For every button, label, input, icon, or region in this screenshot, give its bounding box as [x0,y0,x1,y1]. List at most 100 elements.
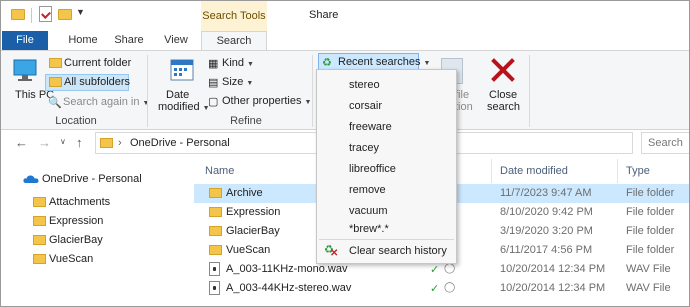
menu-item-recent-search[interactable]: tracey [349,139,379,157]
customize-quick-access-icon[interactable]: ▼ [76,7,85,17]
explorer-window: ▼ Search Tools Share File Home Share Vie… [0,0,690,307]
menu-item-clear-search-history[interactable]: Clear search history [349,242,447,260]
menu-item-recent-search[interactable]: *brew*.* [349,220,389,238]
tab-home[interactable]: Home [63,31,103,50]
search-tools-context-label: Search Tools [201,1,267,31]
shared-person-icon: ◯ [444,263,456,274]
breadcrumb[interactable]: OneDrive - Personal [130,137,230,149]
close-search-button[interactable]: Close search [483,55,523,113]
clear-search-history-icon: ♻ ✕ [324,244,339,259]
column-separator[interactable] [617,159,618,183]
close-search-label-2: search [487,101,521,113]
file-name: A_003-11KHz-mono.wav [226,263,348,275]
folder-icon [33,235,46,245]
folder-icon [33,197,46,207]
window-title: Share [309,9,339,21]
all-subfolders-label: All subfolders [64,76,131,88]
column-header-date-modified[interactable]: Date modified [500,165,568,177]
wav-file-icon [209,262,220,276]
file-type: File folder [626,244,675,256]
refine-group-label: Refine [230,115,262,127]
kind-button[interactable]: Kind ▼ [222,57,254,69]
chevron-down-icon: ▼ [142,100,150,107]
file-name: Expression [226,206,281,218]
menu-item-recent-search[interactable]: remove [349,181,386,199]
search-again-icon: 🔍 [48,97,62,109]
size-button[interactable]: Size ▼ [222,76,253,88]
nav-item-onedrive[interactable]: OneDrive - Personal [42,171,142,187]
folder-icon [33,254,46,264]
recent-locations-icon[interactable]: ∨ [60,137,66,146]
menu-separator [319,239,454,240]
tab-view[interactable]: View [156,31,196,50]
other-properties-label: Other properties [222,95,302,107]
chevron-down-icon: ▼ [423,60,431,67]
other-properties-button[interactable]: Other properties ▼ [222,95,311,107]
menu-item-recent-search[interactable]: stereo [349,76,380,94]
nav-item-attachments[interactable]: Attachments [49,194,110,210]
sync-status-icon: ✓ [430,264,440,276]
date-modified-label-2: modified ▼ [158,101,210,113]
tab-search[interactable]: Search [201,31,267,51]
size-label: Size [222,76,244,88]
sync-status-icon: ✓ [430,283,440,295]
tab-file[interactable]: File [2,31,48,50]
nav-item-glacierbay[interactable]: GlacierBay [49,232,103,248]
kind-icon: ▦ [208,58,219,70]
current-folder-icon [49,58,62,68]
close-search-label-1: Close [489,89,518,101]
file-date: 11/7/2023 9:47 AM [500,187,592,199]
menu-item-recent-search[interactable]: vacuum [349,202,388,220]
date-modified-button[interactable]: Date modified ▼ [158,55,210,113]
forward-arrow-icon[interactable]: → [38,135,51,150]
folder-icon [209,188,222,198]
tab-share[interactable]: Share [109,31,149,50]
kind-label: Kind [222,57,245,69]
column-header-type[interactable]: Type [626,165,650,177]
chevron-down-icon: ▼ [246,80,254,87]
file-type: File folder [626,225,675,237]
menu-item-recent-search[interactable]: freeware [349,118,392,136]
up-arrow-icon[interactable]: ↑ [76,135,83,150]
chevron-down-icon: ▼ [304,99,312,106]
table-row[interactable]: A_003-44KHz-stereo.wav ✓ ◯ 10/20/2014 12… [194,279,689,298]
current-folder-button[interactable]: Current folder [64,57,131,69]
file-type: File folder [626,206,675,218]
recent-searches-menu: stereo corsair freeware tracey libreoffi… [316,69,457,264]
back-arrow-icon[interactable]: ← [15,135,28,150]
all-subfolders-icon [49,77,62,87]
search-again-button[interactable]: Search again in ▼ [63,96,149,108]
nav-item-vuescan[interactable]: VueScan [49,251,93,267]
this-pc-icon [13,59,37,81]
other-properties-icon: ▢ [208,96,219,108]
folder-icon [209,207,222,217]
search-input[interactable]: Search [641,132,689,154]
ribbon-tabs: File Home Share View Search [1,31,689,51]
this-pc-button[interactable]: This PC [9,55,54,111]
group-separator [147,55,148,127]
properties-icon[interactable] [39,6,52,22]
address-folder-icon [100,138,113,148]
column-header-name[interactable]: Name [205,165,234,177]
menu-item-recent-search[interactable]: libreoffice [349,160,396,178]
file-name: GlacierBay [226,225,280,237]
file-date: 10/20/2014 12:34 PM [500,263,606,275]
quick-access-separator [31,8,32,23]
new-folder-icon[interactable] [58,9,72,20]
recent-searches-label: Recent searches [338,56,421,68]
file-name: Archive [226,187,263,199]
onedrive-cloud-icon [23,175,39,183]
menu-item-recent-search[interactable]: corsair [349,97,382,115]
folder-icon [209,245,222,255]
file-type: File folder [626,187,675,199]
file-name: A_003-44KHz-stereo.wav [226,282,352,294]
quick-access-folder-icon[interactable] [11,9,25,20]
column-separator[interactable] [491,159,492,183]
chevron-down-icon: ▼ [247,61,254,68]
nav-item-expression[interactable]: Expression [49,213,103,229]
file-date: 10/20/2014 12:34 PM [500,282,606,294]
open-file-location-label-1: file [455,89,470,101]
wav-file-icon [209,281,220,295]
close-icon [491,58,515,82]
location-group-label: Location [55,115,97,127]
